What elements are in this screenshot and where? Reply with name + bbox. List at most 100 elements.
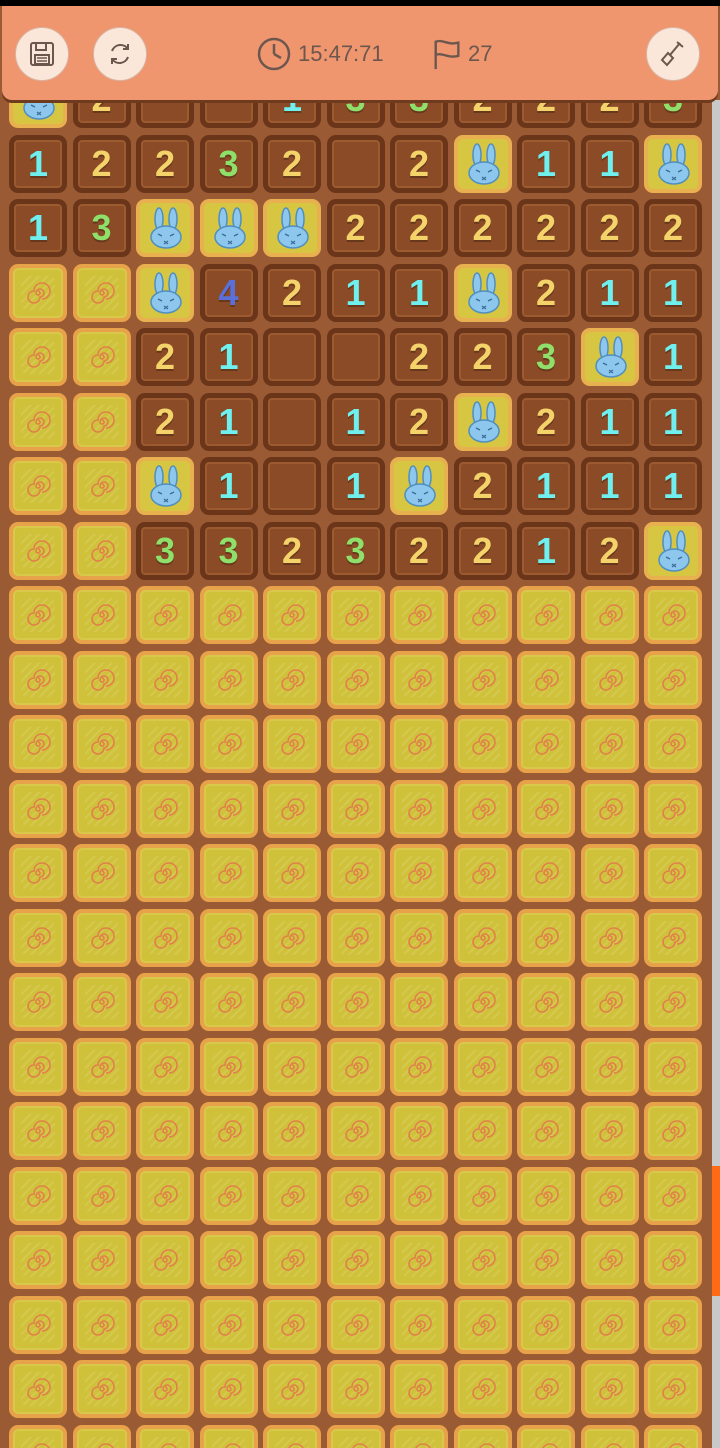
hidden-tile[interactable] <box>263 779 321 838</box>
hidden-tile[interactable] <box>390 586 448 644</box>
scrollbar-thumb[interactable] <box>712 1166 720 1296</box>
hidden-tile[interactable] <box>9 1102 67 1160</box>
hidden-tile[interactable] <box>390 1102 448 1160</box>
hidden-tile[interactable] <box>580 1231 639 1289</box>
hidden-tile[interactable] <box>326 1424 385 1448</box>
hidden-tile[interactable] <box>326 908 385 967</box>
hidden-tile[interactable] <box>453 1231 512 1289</box>
hidden-tile[interactable] <box>9 1037 67 1096</box>
hidden-tile[interactable] <box>580 586 639 644</box>
hidden-tile[interactable] <box>263 1295 321 1354</box>
hidden-tile[interactable] <box>72 650 131 709</box>
hidden-tile[interactable] <box>199 586 258 644</box>
hidden-tile[interactable] <box>263 844 321 902</box>
hidden-tile[interactable] <box>453 1424 512 1448</box>
hidden-tile[interactable] <box>580 1102 639 1160</box>
hidden-tile[interactable] <box>453 908 512 967</box>
hidden-tile[interactable] <box>136 1295 194 1354</box>
hidden-tile[interactable] <box>136 844 194 902</box>
hidden-tile[interactable] <box>263 1231 321 1289</box>
hidden-tile[interactable] <box>326 1360 385 1418</box>
hidden-tile[interactable] <box>9 844 67 902</box>
hidden-tile[interactable] <box>517 1295 575 1354</box>
hidden-tile[interactable] <box>390 1360 448 1418</box>
hidden-tile[interactable] <box>644 715 702 773</box>
hidden-tile[interactable] <box>136 1424 194 1448</box>
hidden-tile[interactable] <box>199 715 258 773</box>
hidden-tile[interactable] <box>390 973 448 1031</box>
hidden-tile[interactable] <box>72 521 131 580</box>
hidden-tile[interactable] <box>9 1295 67 1354</box>
hidden-tile[interactable] <box>644 844 702 902</box>
hidden-tile[interactable] <box>453 715 512 773</box>
hidden-tile[interactable] <box>72 263 131 322</box>
hidden-tile[interactable] <box>72 1360 131 1418</box>
hidden-tile[interactable] <box>263 1166 321 1225</box>
hidden-tile[interactable] <box>644 1102 702 1160</box>
hidden-tile[interactable] <box>390 715 448 773</box>
hidden-tile[interactable] <box>517 586 575 644</box>
hidden-tile[interactable] <box>9 1360 67 1418</box>
hidden-tile[interactable] <box>9 457 67 515</box>
hidden-tile[interactable] <box>580 1295 639 1354</box>
hidden-tile[interactable] <box>263 908 321 967</box>
hidden-tile[interactable] <box>644 1424 702 1448</box>
hidden-tile[interactable] <box>199 1037 258 1096</box>
hidden-tile[interactable] <box>644 650 702 709</box>
hidden-tile[interactable] <box>517 844 575 902</box>
hidden-tile[interactable] <box>136 973 194 1031</box>
hidden-tile[interactable] <box>263 650 321 709</box>
hidden-tile[interactable] <box>517 1231 575 1289</box>
hidden-tile[interactable] <box>517 973 575 1031</box>
hidden-tile[interactable] <box>390 1295 448 1354</box>
hidden-tile[interactable] <box>9 908 67 967</box>
hidden-tile[interactable] <box>72 1166 131 1225</box>
hidden-tile[interactable] <box>263 586 321 644</box>
hidden-tile[interactable] <box>9 328 67 386</box>
hidden-tile[interactable] <box>136 1166 194 1225</box>
hidden-tile[interactable] <box>580 779 639 838</box>
hidden-tile[interactable] <box>9 973 67 1031</box>
hidden-tile[interactable] <box>9 1231 67 1289</box>
hidden-tile[interactable] <box>517 779 575 838</box>
hidden-tile[interactable] <box>453 586 512 644</box>
hidden-tile[interactable] <box>517 1166 575 1225</box>
hidden-tile[interactable] <box>72 1231 131 1289</box>
save-button[interactable] <box>15 27 69 81</box>
hidden-tile[interactable] <box>72 844 131 902</box>
hidden-tile[interactable] <box>326 1037 385 1096</box>
hidden-tile[interactable] <box>644 973 702 1031</box>
hidden-tile[interactable] <box>453 1360 512 1418</box>
hidden-tile[interactable] <box>326 1231 385 1289</box>
hidden-tile[interactable] <box>199 779 258 838</box>
hidden-tile[interactable] <box>580 1360 639 1418</box>
hidden-tile[interactable] <box>263 973 321 1031</box>
hidden-tile[interactable] <box>9 263 67 322</box>
hidden-tile[interactable] <box>9 586 67 644</box>
hidden-tile[interactable] <box>390 1231 448 1289</box>
hidden-tile[interactable] <box>390 1424 448 1448</box>
hidden-tile[interactable] <box>644 779 702 838</box>
hidden-tile[interactable] <box>517 1102 575 1160</box>
hidden-tile[interactable] <box>580 844 639 902</box>
hidden-tile[interactable] <box>580 908 639 967</box>
hidden-tile[interactable] <box>453 779 512 838</box>
hidden-tile[interactable] <box>580 650 639 709</box>
hidden-tile[interactable] <box>72 1295 131 1354</box>
hidden-tile[interactable] <box>326 779 385 838</box>
hidden-tile[interactable] <box>326 1166 385 1225</box>
hidden-tile[interactable] <box>517 1360 575 1418</box>
hidden-tile[interactable] <box>390 650 448 709</box>
hidden-tile[interactable] <box>326 650 385 709</box>
hidden-tile[interactable] <box>390 1037 448 1096</box>
hidden-tile[interactable] <box>326 586 385 644</box>
hidden-tile[interactable] <box>199 1166 258 1225</box>
hidden-tile[interactable] <box>453 1295 512 1354</box>
hidden-tile[interactable] <box>326 844 385 902</box>
hidden-tile[interactable] <box>9 521 67 580</box>
hidden-tile[interactable] <box>72 1102 131 1160</box>
hidden-tile[interactable] <box>199 908 258 967</box>
hidden-tile[interactable] <box>644 1037 702 1096</box>
hidden-tile[interactable] <box>263 1102 321 1160</box>
hidden-tile[interactable] <box>453 844 512 902</box>
